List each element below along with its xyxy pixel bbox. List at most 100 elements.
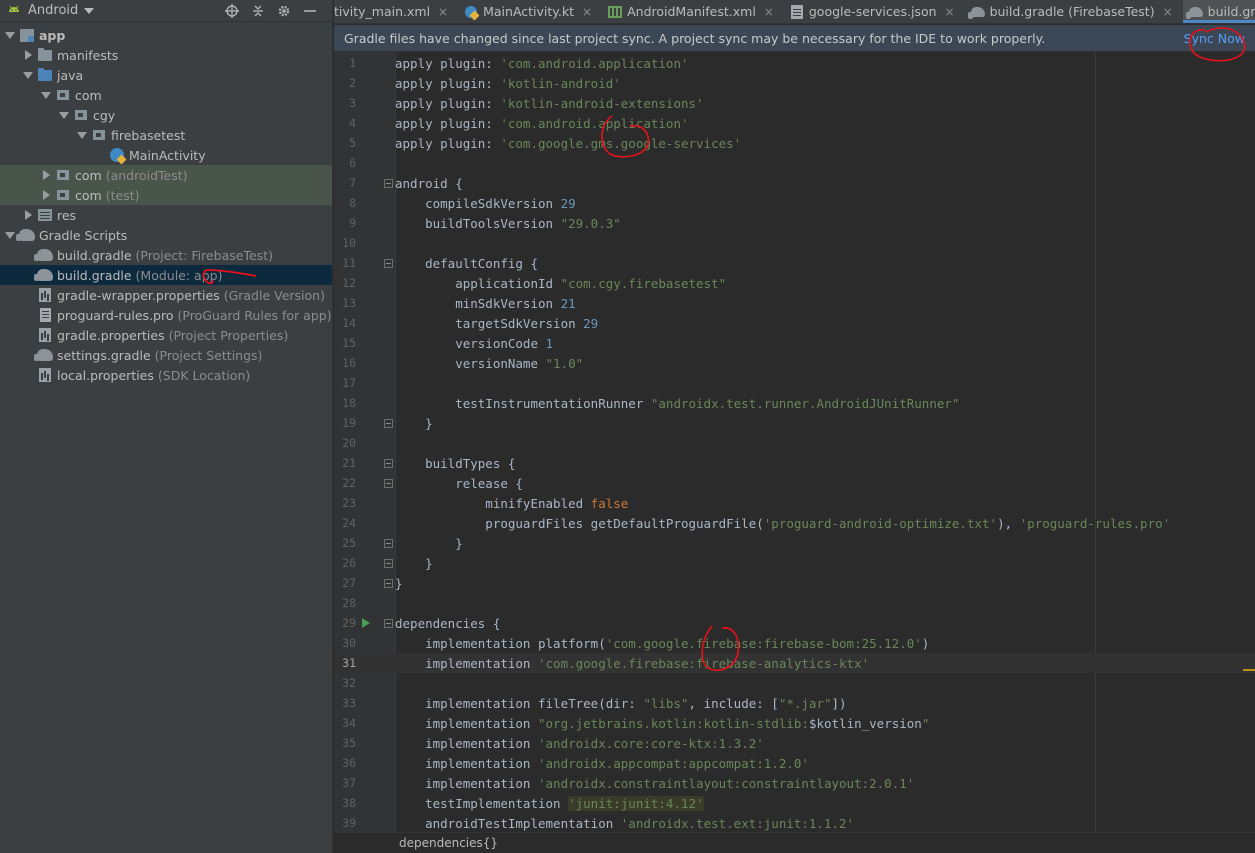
close-icon[interactable]: × [764, 5, 774, 19]
code-line[interactable]: 4 apply plugin: 'com.android.application' [334, 113, 1255, 133]
tree-item[interactable]: settings.gradle (Project Settings) [0, 345, 332, 365]
code-line[interactable]: 20 [334, 433, 1255, 453]
fold-marker-icon[interactable] [384, 538, 393, 548]
tree-item[interactable]: java [0, 65, 332, 85]
fold-marker-icon[interactable] [384, 578, 393, 588]
breadcrumb-item[interactable]: dependencies{} [399, 836, 498, 850]
code-line[interactable]: 33 implementation fileTree(dir: "libs", … [334, 693, 1255, 713]
tree-item[interactable]: com (androidTest) [0, 165, 332, 185]
chevron-down-icon[interactable] [84, 7, 95, 14]
code-line[interactable]: 34 implementation "org.jetbrains.kotlin:… [334, 713, 1255, 733]
fold-marker-icon[interactable] [384, 418, 393, 428]
editor-tab[interactable]: AndroidManifest.xml × [602, 0, 784, 23]
gear-icon[interactable] [276, 3, 292, 19]
editor-tab[interactable]: tivity_main.xml × [334, 0, 458, 23]
tree-item[interactable]: gradle.properties (Project Properties) [0, 325, 332, 345]
tree-item[interactable]: local.properties (SDK Location) [0, 365, 332, 385]
project-view-selector[interactable]: Android [28, 3, 78, 18]
fold-marker-icon[interactable] [384, 458, 393, 468]
editor-tab[interactable]: google-services.json × [784, 0, 965, 23]
tab-label: google-services.json [808, 4, 937, 19]
tree-item[interactable]: build.gradle (Project: FirebaseTest) [0, 245, 332, 265]
hide-panel-icon[interactable] [302, 3, 318, 19]
chevron-down-icon[interactable] [4, 229, 16, 241]
tree-item[interactable]: build.gradle (Module: app) [0, 265, 332, 285]
chevron-right-icon[interactable] [40, 189, 52, 201]
code-line[interactable]: 10 [334, 233, 1255, 253]
code-line[interactable]: 11 defaultConfig { [334, 253, 1255, 273]
editor-tab[interactable]: build.gradle (:app)× [1182, 0, 1255, 23]
code-line[interactable]: 8 compileSdkVersion 29 [334, 193, 1255, 213]
code-line[interactable]: 30 implementation platform('com.google.f… [334, 633, 1255, 653]
tree-item[interactable]: com [0, 85, 332, 105]
collapse-all-icon[interactable] [250, 3, 266, 19]
code-line[interactable]: 31 implementation 'com.google.firebase:f… [334, 653, 1255, 673]
code-line[interactable]: 23 minifyEnabled false [334, 493, 1255, 513]
tree-item[interactable]: MainActivity [0, 145, 332, 165]
tree-item[interactable]: com (test) [0, 185, 332, 205]
chevron-right-icon[interactable] [22, 209, 34, 221]
code-line[interactable]: 27} [334, 573, 1255, 593]
fold-marker-icon[interactable] [384, 618, 393, 628]
code-line[interactable]: 2 apply plugin: 'kotlin-android' [334, 73, 1255, 93]
code-line[interactable]: 35 implementation 'androidx.core:core-kt… [334, 733, 1255, 753]
code-line[interactable]: 19 } [334, 413, 1255, 433]
sync-now-link[interactable]: Sync Now [1184, 31, 1245, 46]
editor-tab[interactable]: build.gradle (FirebaseTest) × [965, 0, 1183, 23]
tree-item[interactable]: app [0, 25, 332, 45]
fold-marker-icon[interactable] [384, 478, 393, 488]
code-line[interactable]: 15 versionCode 1 [334, 333, 1255, 353]
code-line[interactable]: 3 apply plugin: 'kotlin-android-extension… [334, 93, 1255, 113]
code-line[interactable]: 21 buildTypes { [334, 453, 1255, 473]
crosshair-icon[interactable] [224, 3, 240, 19]
chevron-right-icon[interactable] [40, 169, 52, 181]
tree-item[interactable]: Gradle Scripts [0, 225, 332, 245]
code-line[interactable]: 6 [334, 153, 1255, 173]
code-token: " [921, 715, 930, 731]
code-line[interactable]: 9 buildToolsVersion "29.0.3" [334, 213, 1255, 233]
code-line[interactable]: 12 applicationId "com.cgy.firebasetest" [334, 273, 1255, 293]
tree-item[interactable]: proguard-rules.pro (ProGuard Rules for ap… [0, 305, 332, 325]
close-icon[interactable]: × [438, 5, 448, 19]
tree-item[interactable]: manifests [0, 45, 332, 65]
code-line[interactable]: 38 testImplementation 'junit:junit:4.12' [334, 793, 1255, 813]
close-icon[interactable]: × [582, 5, 592, 19]
chevron-down-icon[interactable] [58, 109, 70, 121]
tree-item[interactable]: res [0, 205, 332, 225]
code-line[interactable]: 24 proguardFiles getDefaultProguardFile(… [334, 513, 1255, 533]
code-line[interactable]: 1 apply plugin: 'com.android.application' [334, 53, 1255, 73]
code-line[interactable]: 22 release { [334, 473, 1255, 493]
code-line[interactable]: 36 implementation 'androidx.appcompat:ap… [334, 753, 1255, 773]
code-line[interactable]: 28 [334, 593, 1255, 613]
chevron-right-icon[interactable] [22, 49, 34, 61]
tree-item[interactable]: cgy [0, 105, 332, 125]
code-line[interactable]: 14 targetSdkVersion 29 [334, 313, 1255, 333]
chevron-down-icon[interactable] [40, 89, 52, 101]
code-line[interactable]: 13 minSdkVersion 21 [334, 293, 1255, 313]
fold-marker-icon[interactable] [384, 558, 393, 568]
code-line[interactable]: 39 androidTestImplementation 'androidx.t… [334, 813, 1255, 832]
code-editor[interactable]: 1 apply plugin: 'com.android.application'… [334, 52, 1255, 832]
chevron-down-icon[interactable] [4, 29, 16, 41]
code-line[interactable]: 18 testInstrumentationRunner "androidx.t… [334, 393, 1255, 413]
tree-item[interactable]: firebasetest [0, 125, 332, 145]
editor-tab[interactable]: MainActivity.kt × [458, 0, 602, 23]
chevron-down-icon[interactable] [22, 69, 34, 81]
tree-item[interactable]: gradle-wrapper.properties (Gradle Version… [0, 285, 332, 305]
code-line[interactable]: 26 } [334, 553, 1255, 573]
chevron-down-icon[interactable] [76, 129, 88, 141]
close-icon[interactable]: × [1163, 5, 1173, 19]
code-line[interactable]: 29 dependencies { [334, 613, 1255, 633]
code-line[interactable]: 25 } [334, 533, 1255, 553]
code-line[interactable]: 32 [334, 673, 1255, 693]
code-line[interactable]: 17 [334, 373, 1255, 393]
code-line[interactable]: 5 apply plugin: 'com.google.gms.google-se… [334, 133, 1255, 153]
scrollbar-marker[interactable] [1243, 669, 1255, 671]
fold-marker-icon[interactable] [384, 178, 393, 188]
close-icon[interactable]: × [945, 5, 955, 19]
code-line[interactable]: 37 implementation 'androidx.constraintla… [334, 773, 1255, 793]
code-line[interactable]: 16 versionName "1.0" [334, 353, 1255, 373]
fold-marker-icon[interactable] [384, 258, 393, 268]
run-icon[interactable] [360, 617, 372, 629]
code-line[interactable]: 7 android { [334, 173, 1255, 193]
